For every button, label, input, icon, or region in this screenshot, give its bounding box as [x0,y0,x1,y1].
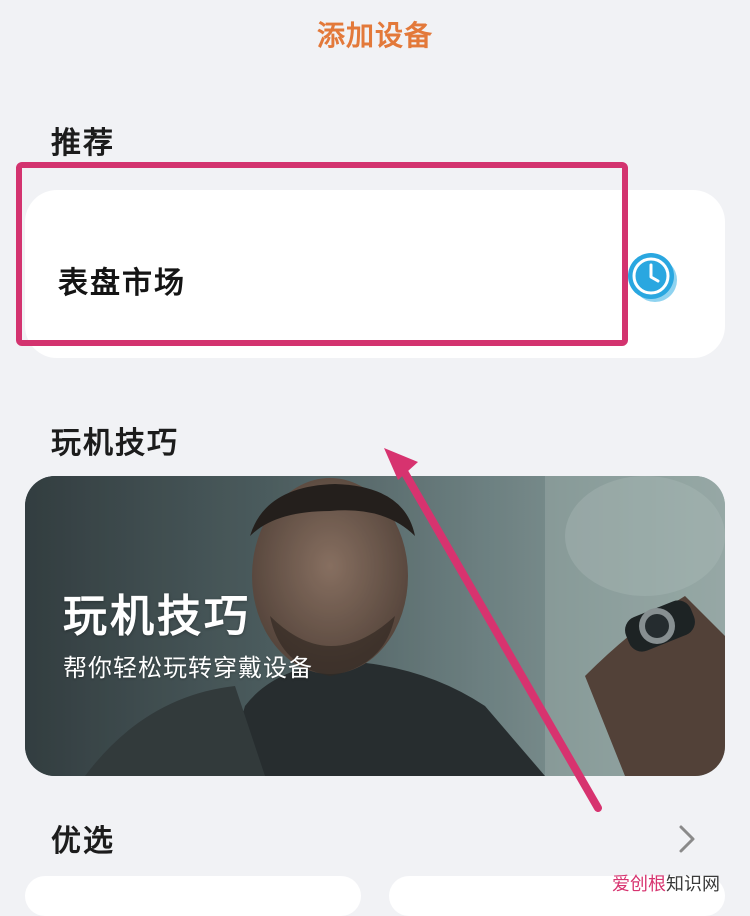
watermark-part2: 知识网 [666,874,720,895]
banner-subtitle: 帮你轻松玩转穿戴设备 [63,654,313,682]
watermark-part1: 爱创根 [612,874,666,895]
watermark: 爱创根知识网 [612,870,720,896]
section-title-featured: 优选 [51,824,115,859]
section-title-tips: 玩机技巧 [51,426,179,461]
featured-card-left[interactable] [25,876,361,916]
chevron-right-icon[interactable] [674,822,700,856]
section-title-recommend: 推荐 [51,126,115,161]
highlight-box [16,162,628,346]
clock-icon [628,253,677,302]
page-title: 添加设备 [316,19,433,52]
banner-title: 玩机技巧 [63,591,251,642]
tips-banner[interactable]: 玩机技巧 帮你轻松玩转穿戴设备 [25,476,725,776]
